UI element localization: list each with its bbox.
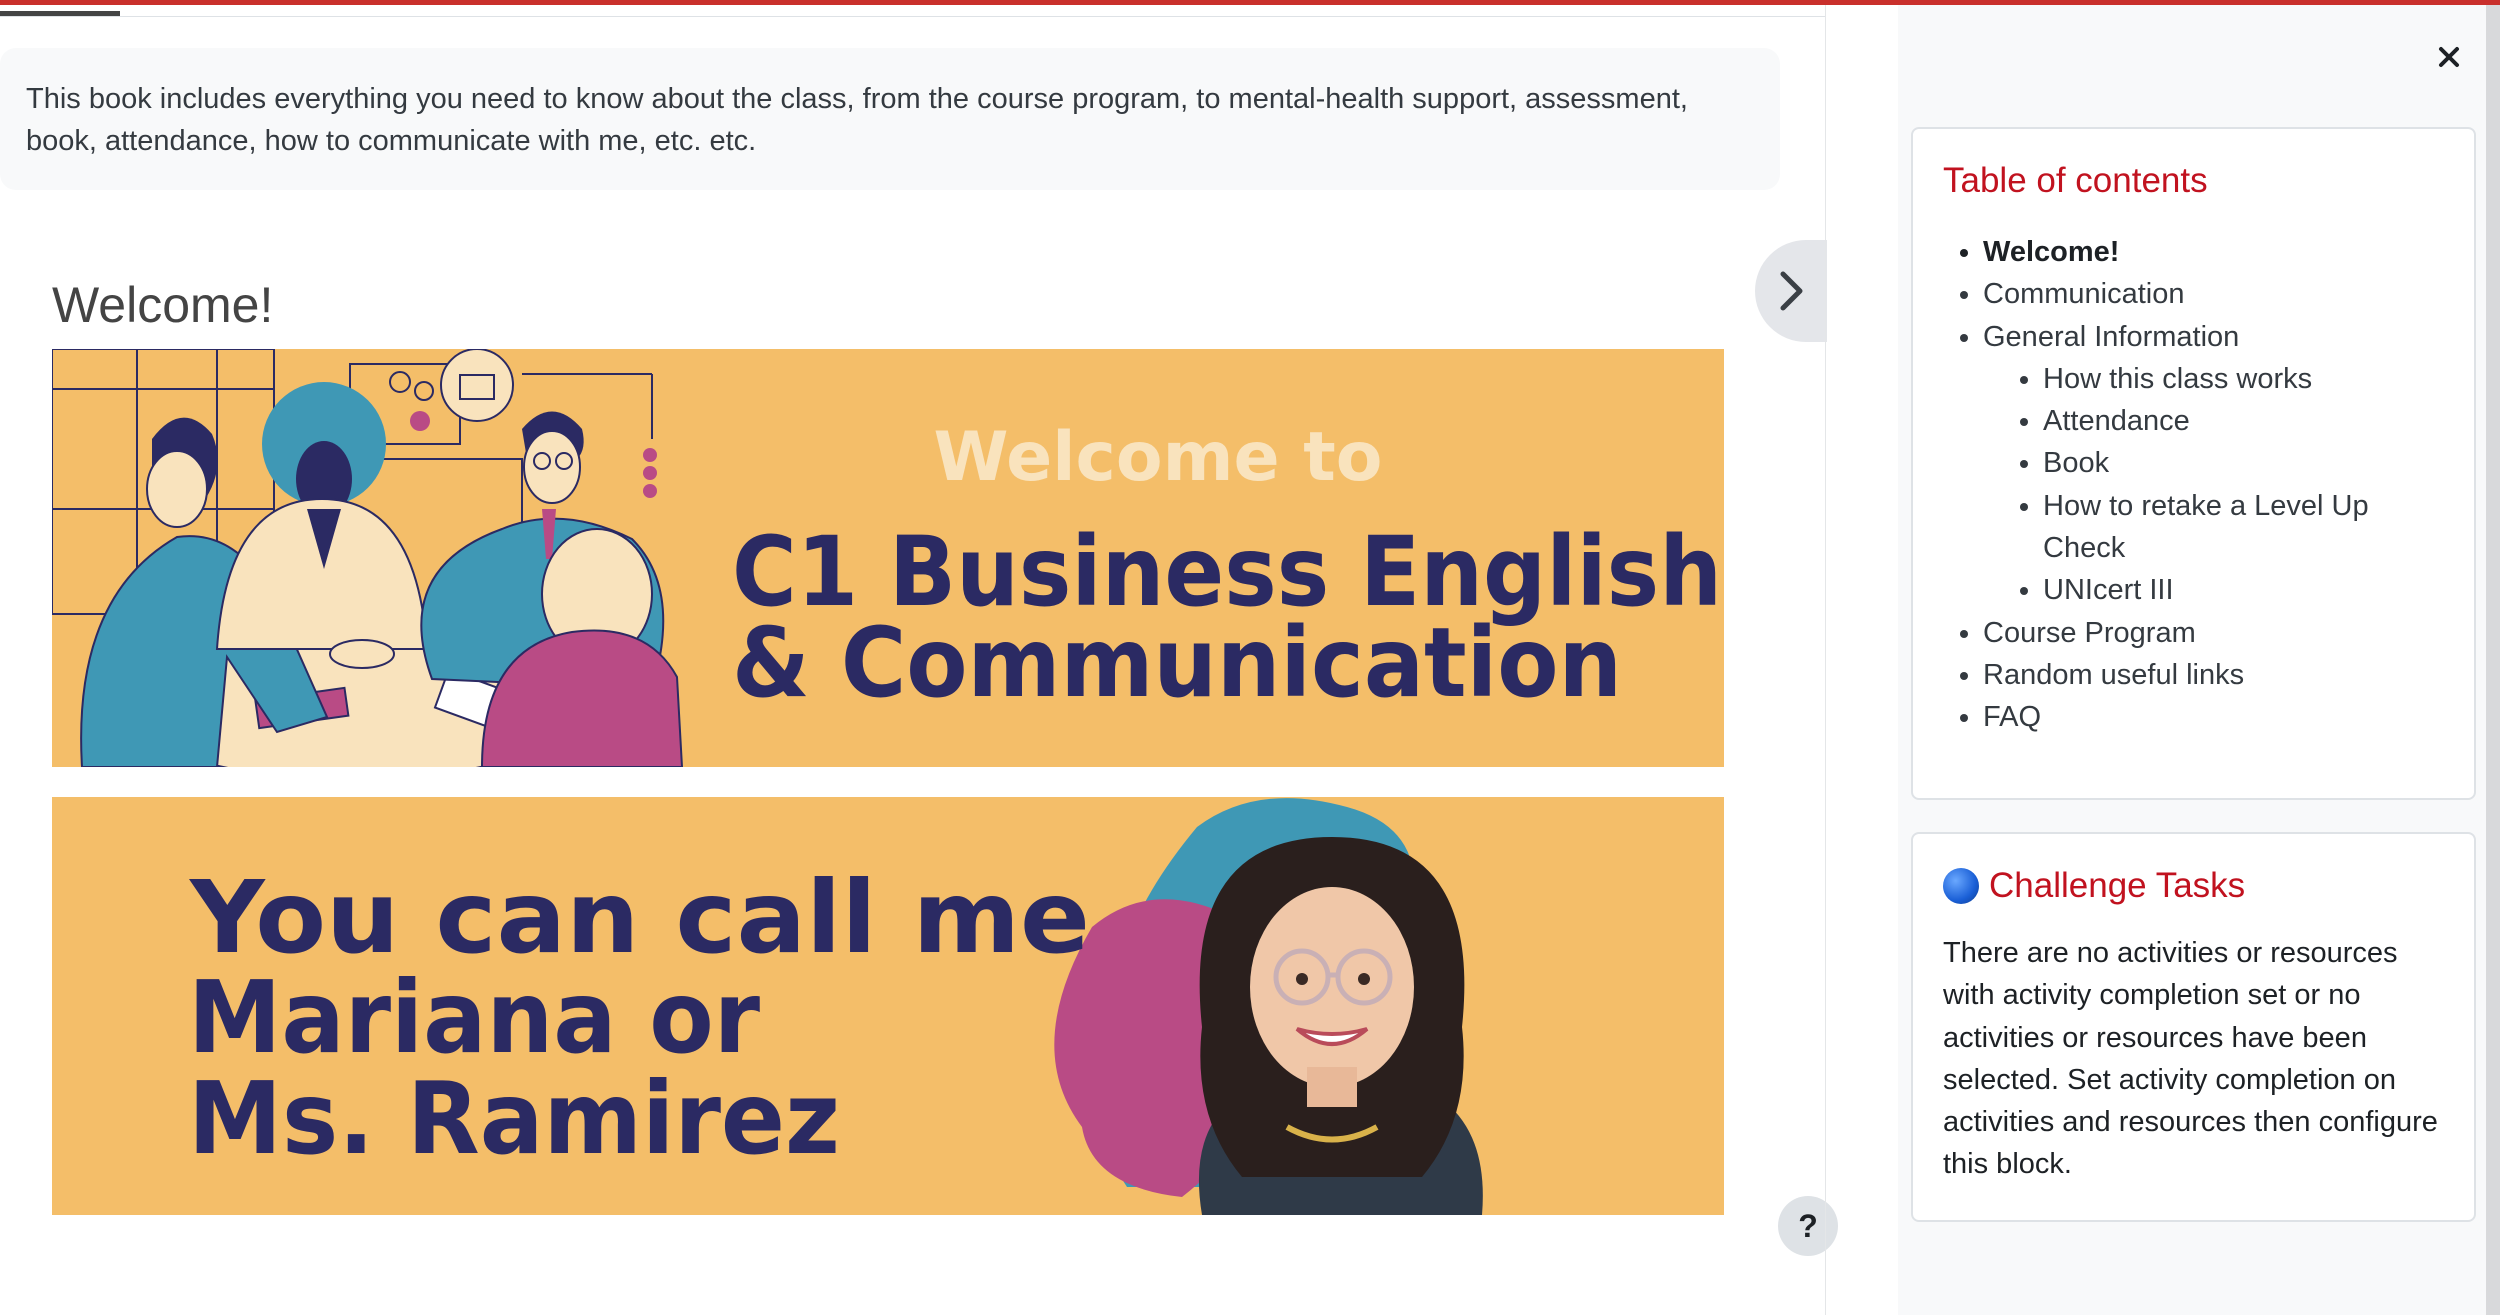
chevron-right-icon [1780,271,1803,311]
teacher-banner-illustration: You can call me Mariana or Ms. Ramirez [188,798,1483,1215]
challenge-tasks-title: Challenge Tasks [1989,866,2246,905]
toc-list: Welcome! Communication General Informati… [1943,231,2444,739]
toc-subitem-attendance[interactable]: Attendance [2043,400,2444,442]
chapter-title: Welcome! [52,277,274,333]
toc-subitem-book[interactable]: Book [2043,442,2444,484]
toc-item-random-useful-links[interactable]: Random useful links [1983,654,2444,696]
toc-title: Table of contents [1943,161,2208,200]
toc-item-course-program[interactable]: Course Program [1983,612,2444,654]
tab-divider [0,16,1825,17]
welcome-banner-image: Welcome to C1 Business English & Communi… [52,349,1724,767]
toc-subitem-how-this-class-works[interactable]: How this class works [2043,358,2444,400]
next-chapter-button[interactable] [1755,240,1827,342]
banner-teacher-line3: Ms. Ramirez [188,1060,840,1177]
toc-subitem-retake-level-up-check[interactable]: How to retake a Level Up Check [2043,485,2444,570]
table-of-contents-block: Table of contents Welcome! Communication… [1911,127,2476,800]
challenge-tasks-header: Challenge Tasks [1943,864,2444,908]
toc-subitem-unicert[interactable]: UNIcert III [2043,569,2444,611]
close-icon [2439,47,2459,67]
toc-item-general-information[interactable]: General Information How this class works… [1983,316,2444,612]
drawer-scrollbar[interactable] [2486,5,2500,1315]
toc-item-faq[interactable]: FAQ [1983,696,2444,738]
challenge-tasks-message: There are no activities or resources wit… [1943,937,2438,1181]
welcome-banner-illustration: Welcome to C1 Business English & Communi… [52,349,1722,767]
toc-item-label[interactable]: General Information [1983,321,2239,353]
teacher-banner-image: You can call me Mariana or Ms. Ramirez [52,797,1724,1215]
blue-circle-icon [1943,868,1979,904]
book-main-content: This book includes everything you need t… [0,0,1838,1315]
banner-welcome-line1: Welcome to [934,418,1383,497]
drawer-divider [1825,5,1826,1315]
toc-sublist: How this class works Attendance Book How… [1983,358,2444,612]
banner-welcome-line3: & Communication [732,607,1622,719]
help-button[interactable]: ? [1778,1196,1838,1256]
close-drawer-button[interactable] [2430,38,2468,76]
banner-teacher-line2: Mariana or [188,959,761,1076]
book-intro-text: This book includes everything you need t… [26,83,1688,157]
challenge-tasks-block: Challenge Tasks There are no activities … [1911,832,2476,1222]
toc-item-welcome[interactable]: Welcome! [1983,231,2444,273]
toc-item-communication[interactable]: Communication [1983,273,2444,315]
book-intro: This book includes everything you need t… [0,48,1780,190]
